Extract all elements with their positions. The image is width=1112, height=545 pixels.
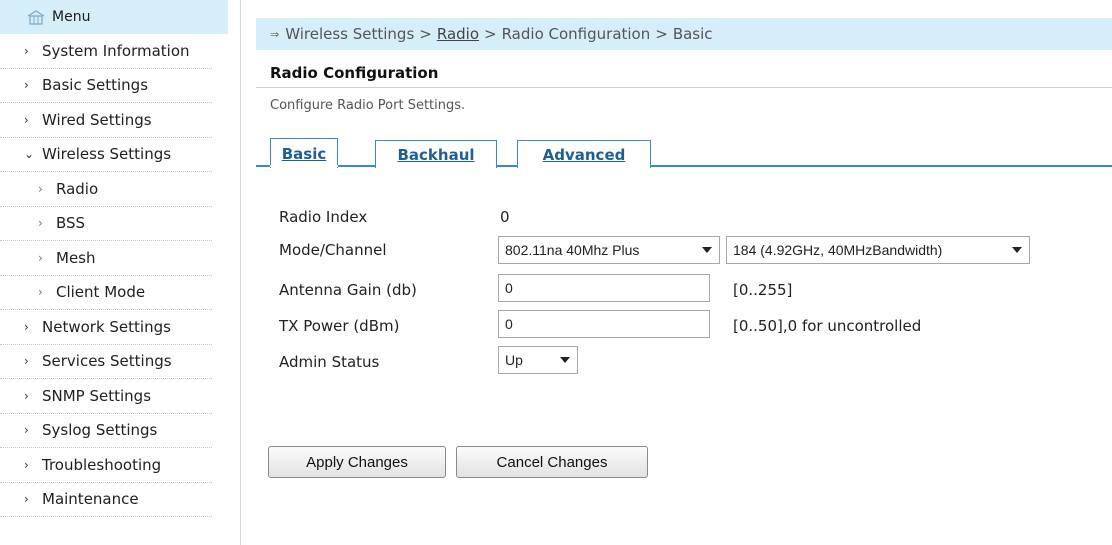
sidebar-divider: [240, 0, 241, 545]
breadcrumb-item-wireless-settings: Wireless Settings: [285, 25, 415, 43]
channel-select-value: 184 (4.92GHz, 40MHzBandwidth): [733, 242, 943, 258]
sidebar-item-basic-settings[interactable]: › Basic Settings: [0, 69, 212, 103]
cancel-changes-button[interactable]: Cancel Changes: [456, 446, 648, 478]
sidebar-item-maintenance[interactable]: › Maintenance: [0, 483, 212, 517]
caret-down-icon: [560, 357, 570, 363]
breadcrumb-separator: >: [655, 25, 668, 43]
chevron-right-icon: ›: [24, 457, 29, 472]
sidebar-item-label: System Information: [42, 41, 190, 60]
menu-icon: [27, 10, 45, 25]
sidebar-item-snmp-settings[interactable]: › SNMP Settings: [0, 379, 212, 414]
breadcrumb-separator: >: [484, 25, 497, 43]
sidebar: Menu › System Information › Basic Settings…: [0, 0, 228, 545]
sidebar-item-label: Troubleshooting: [42, 455, 162, 474]
title-divider: [256, 87, 1112, 88]
sidebar-item-label: Client Mode: [56, 283, 146, 302]
caret-down-icon: [702, 247, 712, 253]
radio-index-value: 0: [500, 208, 510, 226]
chevron-right-icon: ›: [24, 354, 29, 369]
admin-status-select[interactable]: Up: [498, 346, 578, 374]
caret-down-icon: [1012, 247, 1022, 253]
chevron-right-icon: ›: [24, 492, 29, 507]
breadcrumb-item-radio-configuration: Radio Configuration: [501, 25, 651, 43]
radio-index-label: Radio Index: [279, 208, 368, 226]
sidebar-item-bss[interactable]: › BSS: [0, 207, 212, 241]
chevron-right-icon: ›: [24, 319, 29, 334]
sidebar-item-label: Mesh: [56, 248, 96, 267]
chevron-right-icon: ›: [38, 181, 43, 196]
chevron-right-icon: ›: [24, 43, 29, 58]
sidebar-header-label: Menu: [52, 9, 91, 25]
breadcrumb-item-basic: Basic: [672, 25, 713, 43]
channel-select[interactable]: 184 (4.92GHz, 40MHzBandwidth): [726, 236, 1030, 264]
sidebar-item-label: BSS: [56, 214, 86, 233]
tx-power-range-hint: [0..50],0 for uncontrolled: [733, 317, 922, 335]
sidebar-item-radio[interactable]: › Radio: [0, 172, 212, 207]
mode-select[interactable]: 802.11na 40Mhz Plus: [498, 236, 720, 264]
sidebar-item-label: Syslog Settings: [42, 421, 158, 440]
tab-basic[interactable]: Basic: [270, 138, 338, 168]
sidebar-item-label: Services Settings: [42, 352, 172, 371]
sidebar-item-label: Wireless Settings: [42, 145, 172, 164]
sidebar-item-system-information[interactable]: › System Information: [0, 34, 212, 69]
sidebar-item-troubleshooting[interactable]: › Troubleshooting: [0, 448, 212, 483]
sidebar-item-label: Wired Settings: [42, 110, 152, 129]
apply-changes-button[interactable]: Apply Changes: [268, 446, 446, 478]
sidebar-item-client-mode[interactable]: › Client Mode: [0, 276, 212, 310]
chevron-right-icon: ›: [24, 112, 29, 127]
chevron-down-icon: ⌄: [24, 147, 35, 162]
tab-backhaul[interactable]: Backhaul: [375, 140, 497, 168]
sidebar-item-label: Radio: [56, 179, 99, 198]
chevron-right-icon: ›: [24, 423, 29, 438]
tab-bar: Basic Backhaul Advanced: [256, 134, 1112, 168]
sidebar-item-mesh[interactable]: › Mesh: [0, 241, 212, 276]
chevron-right-icon: ›: [38, 216, 43, 231]
sidebar-header: Menu: [0, 0, 228, 34]
sidebar-item-label: SNMP Settings: [42, 386, 152, 405]
antenna-gain-label: Antenna Gain (db): [279, 281, 417, 299]
chevron-right-icon: ›: [24, 78, 29, 93]
tab-advanced[interactable]: Advanced: [517, 140, 651, 168]
mode-channel-label: Mode/Channel: [279, 241, 387, 259]
chevron-right-icon: ›: [38, 285, 43, 300]
sidebar-item-syslog-settings[interactable]: › Syslog Settings: [0, 414, 212, 448]
sidebar-list: › System Information › Basic Settings › Wir…: [0, 34, 228, 517]
sidebar-item-wired-settings[interactable]: › Wired Settings: [0, 103, 212, 138]
mode-select-value: 802.11na 40Mhz Plus: [505, 242, 640, 258]
sidebar-item-label: Maintenance: [42, 490, 139, 509]
tx-power-label: TX Power (dBm): [279, 317, 400, 335]
breadcrumb-link-radio[interactable]: Radio: [437, 25, 479, 43]
antenna-gain-range-hint: [0..255]: [733, 281, 793, 299]
sidebar-item-network-settings[interactable]: › Network Settings: [0, 310, 212, 345]
page-title: Radio Configuration: [270, 64, 439, 82]
arrow-right-icon: ⇒: [270, 27, 280, 41]
sidebar-item-services-settings[interactable]: › Services Settings: [0, 345, 212, 379]
page-description: Configure Radio Port Settings.: [270, 98, 466, 113]
antenna-gain-input[interactable]: [498, 274, 710, 302]
chevron-right-icon: ›: [38, 250, 43, 265]
active-tab-gap: [270, 165, 338, 167]
admin-status-select-value: Up: [505, 352, 523, 368]
sidebar-item-label: Basic Settings: [42, 76, 149, 95]
sidebar-item-label: Network Settings: [42, 317, 171, 336]
chevron-right-icon: ›: [24, 388, 29, 403]
sidebar-item-wireless-settings[interactable]: ⌄ Wireless Settings: [0, 138, 212, 172]
tx-power-input[interactable]: [498, 310, 710, 338]
admin-status-label: Admin Status: [279, 353, 380, 371]
breadcrumb: ⇒ Wireless Settings > Radio > Radio Conf…: [256, 18, 1112, 50]
breadcrumb-separator: >: [419, 25, 432, 43]
